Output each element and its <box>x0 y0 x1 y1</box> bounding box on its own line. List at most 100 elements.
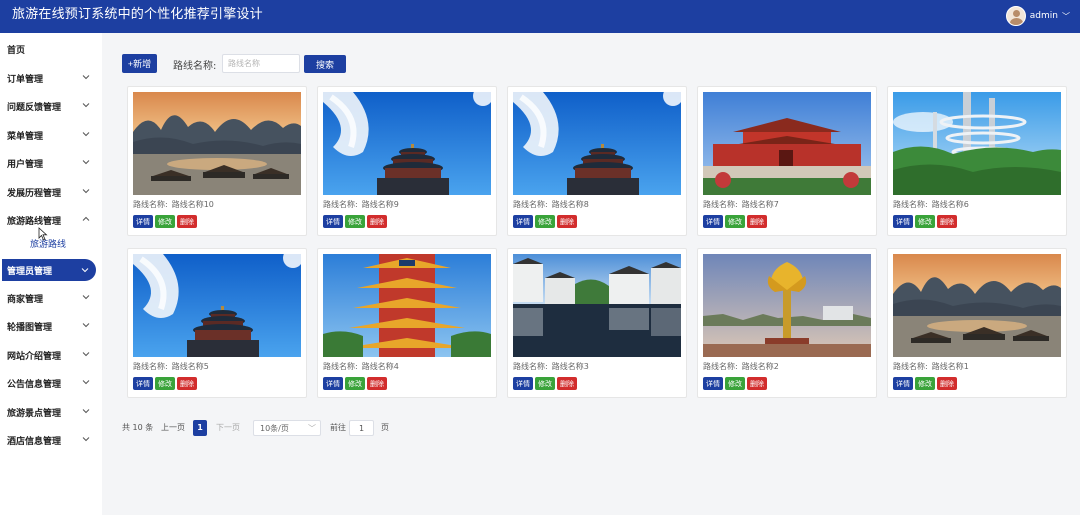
route-card[interactable]: 路线名称: 路线名称9 详情 修改 删除 <box>317 86 497 236</box>
app-title: 旅游在线预订系统中的个性化推荐引擎设计 <box>12 7 263 22</box>
route-photo[interactable] <box>513 92 681 195</box>
edit-button[interactable]: 修改 <box>725 377 745 390</box>
pagination-next[interactable]: 下一页 <box>216 420 240 436</box>
edit-button[interactable]: 修改 <box>345 377 365 390</box>
delete-button[interactable]: 删除 <box>747 377 767 390</box>
route-photo[interactable] <box>703 92 871 195</box>
add-button[interactable]: +新增 <box>122 54 157 73</box>
sidebar-item-home[interactable]: 首页 <box>0 35 102 63</box>
chevron-down-icon <box>82 409 90 414</box>
sidebar-item-label: 管理员管理 <box>7 266 53 277</box>
route-photo[interactable] <box>513 254 681 357</box>
sidebar-item-site-intro[interactable]: 网站介绍管理 <box>0 341 102 369</box>
route-card[interactable]: 路线名称: 路线名称4 详情 修改 删除 <box>317 248 497 398</box>
sidebar-item-notices[interactable]: 公告信息管理 <box>0 369 102 397</box>
sidebar-item-menus[interactable]: 菜单管理 <box>0 121 102 149</box>
sidebar-item-orders[interactable]: 订单管理 <box>0 64 102 92</box>
goto-label: 前往 <box>330 423 346 432</box>
route-caption: 路线名称: 路线名称9 <box>323 199 403 210</box>
page-size-select[interactable]: 10条/页 ﹀ <box>253 420 321 436</box>
detail-button[interactable]: 详情 <box>893 215 913 228</box>
edit-button[interactable]: 修改 <box>155 377 175 390</box>
delete-button[interactable]: 删除 <box>177 215 197 228</box>
chevron-down-icon <box>82 352 90 357</box>
edit-button[interactable]: 修改 <box>725 215 745 228</box>
sidebar-item-label: 公告信息管理 <box>7 379 62 390</box>
detail-button[interactable]: 详情 <box>513 215 533 228</box>
card-actions: 详情 修改 删除 <box>893 377 957 390</box>
delete-button[interactable]: 删除 <box>557 215 577 228</box>
route-name-label: 路线名称: <box>513 200 548 209</box>
route-card[interactable]: 路线名称: 路线名称7 详情 修改 删除 <box>697 86 877 236</box>
sidebar-item-merchants[interactable]: 商家管理 <box>0 284 102 312</box>
route-caption: 路线名称: 路线名称2 <box>703 361 783 372</box>
sidebar-item-users[interactable]: 用户管理 <box>0 149 102 177</box>
pagination-prev[interactable]: 上一页 <box>161 420 185 436</box>
route-photo[interactable] <box>893 254 1061 357</box>
edit-button[interactable]: 修改 <box>535 215 555 228</box>
delete-button[interactable]: 删除 <box>177 377 197 390</box>
route-name-input[interactable] <box>222 54 300 73</box>
edit-button[interactable]: 修改 <box>915 215 935 228</box>
card-actions: 详情 修改 删除 <box>703 215 767 228</box>
route-card[interactable]: 路线名称: 路线名称10 详情 修改 删除 <box>127 86 307 236</box>
delete-button[interactable]: 删除 <box>747 215 767 228</box>
edit-button[interactable]: 修改 <box>155 215 175 228</box>
delete-button[interactable]: 删除 <box>937 377 957 390</box>
card-actions: 详情 修改 删除 <box>893 215 957 228</box>
search-button[interactable]: 搜索 <box>304 55 346 73</box>
chevron-down-icon <box>82 380 90 385</box>
sidebar-item-admins[interactable]: 管理员管理 <box>2 259 96 281</box>
edit-button[interactable]: 修改 <box>915 377 935 390</box>
route-card[interactable]: 路线名称: 路线名称6 详情 修改 删除 <box>887 86 1067 236</box>
detail-button[interactable]: 详情 <box>703 377 723 390</box>
card-actions: 详情 修改 删除 <box>133 215 197 228</box>
sidebar-item-history[interactable]: 发展历程管理 <box>0 178 102 206</box>
detail-button[interactable]: 详情 <box>133 215 153 228</box>
route-name-label: 路线名称: <box>703 362 738 371</box>
sidebar-subitem-routes[interactable]: 旅游路线 <box>30 237 66 250</box>
delete-button[interactable]: 删除 <box>557 377 577 390</box>
route-photo[interactable] <box>703 254 871 357</box>
detail-button[interactable]: 详情 <box>703 215 723 228</box>
route-card[interactable]: 路线名称: 路线名称5 详情 修改 删除 <box>127 248 307 398</box>
route-photo[interactable] <box>893 92 1061 195</box>
delete-button[interactable]: 删除 <box>367 377 387 390</box>
edit-button[interactable]: 修改 <box>345 215 365 228</box>
page-unit-label: 页 <box>381 423 389 432</box>
route-card[interactable]: 路线名称: 路线名称1 详情 修改 删除 <box>887 248 1067 398</box>
sidebar-item-routes[interactable]: 旅游路线管理 <box>0 206 102 234</box>
delete-button[interactable]: 删除 <box>367 215 387 228</box>
sidebar-item-label: 旅游景点管理 <box>7 408 62 419</box>
route-name-label: 路线名称: <box>703 200 738 209</box>
route-card[interactable]: 路线名称: 路线名称2 详情 修改 删除 <box>697 248 877 398</box>
route-name-value: 路线名称4 <box>361 362 399 371</box>
route-photo[interactable] <box>133 92 301 195</box>
route-card[interactable]: 路线名称: 路线名称3 详情 修改 删除 <box>507 248 687 398</box>
chevron-up-icon <box>82 216 90 221</box>
route-name-value: 路线名称6 <box>931 200 969 209</box>
sidebar-item-carousel[interactable]: 轮播图管理 <box>0 312 102 340</box>
sidebar-item-attractions[interactable]: 旅游景点管理 <box>0 398 102 426</box>
route-photo[interactable] <box>323 92 491 195</box>
route-name-label: 路线名称: <box>323 362 358 371</box>
chevron-down-icon <box>82 160 90 165</box>
pagination-page-1[interactable]: 1 <box>193 420 207 436</box>
route-card[interactable]: 路线名称: 路线名称8 详情 修改 删除 <box>507 86 687 236</box>
detail-button[interactable]: 详情 <box>323 377 343 390</box>
goto-page-input[interactable]: 1 <box>349 420 374 436</box>
detail-button[interactable]: 详情 <box>513 377 533 390</box>
route-photo[interactable] <box>323 254 491 357</box>
sidebar-item-feedback[interactable]: 问题反馈管理 <box>0 92 102 120</box>
delete-button[interactable]: 删除 <box>937 215 957 228</box>
edit-button[interactable]: 修改 <box>535 377 555 390</box>
detail-button[interactable]: 详情 <box>893 377 913 390</box>
route-caption: 路线名称: 路线名称6 <box>893 199 973 210</box>
route-caption: 路线名称: 路线名称10 <box>133 199 218 210</box>
sidebar-item-hotels[interactable]: 酒店信息管理 <box>0 426 102 454</box>
user-menu[interactable]: admin ﹀ <box>1005 4 1070 28</box>
detail-button[interactable]: 详情 <box>133 377 153 390</box>
sidebar-item-label: 网站介绍管理 <box>7 351 62 362</box>
route-photo[interactable] <box>133 254 301 357</box>
detail-button[interactable]: 详情 <box>323 215 343 228</box>
